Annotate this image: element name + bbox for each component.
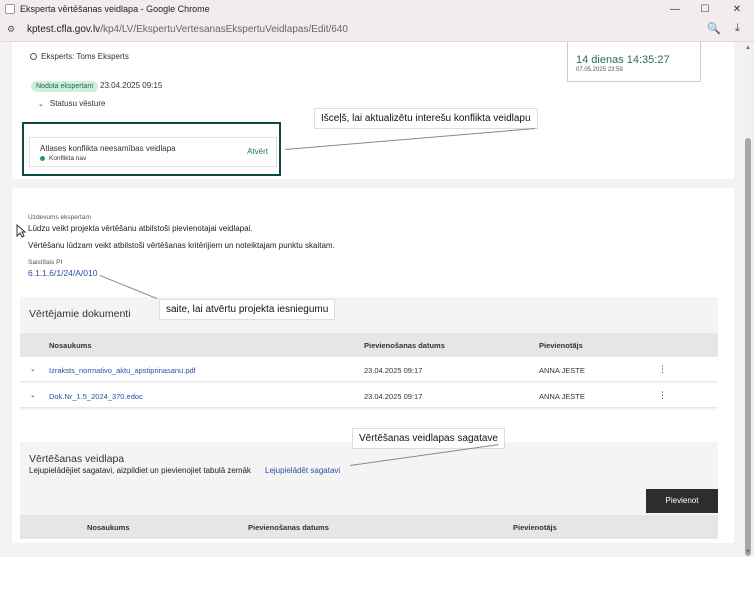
window-titlebar: Eksperta vērtēšanas veidlapa - Google Ch… xyxy=(0,0,754,18)
conflict-highlight: Atlases konflikta neesamības veidlapa Ko… xyxy=(22,122,281,176)
callout-link: saite, lai atvērtu projekta iesniegumu xyxy=(159,299,336,320)
col-date: Pievienošanas datums xyxy=(364,341,445,350)
form-title: Vērtēšanas veidlapa xyxy=(29,453,125,465)
task-label: Uzdevums ekspertam xyxy=(28,214,91,221)
page-scrollbar[interactable]: ▲ ▼ xyxy=(742,42,754,557)
documents-title: Vērtējamie dokumenti xyxy=(29,308,131,320)
documents-section: Vērtējamie dokumenti Nosaukums Pievienoš… xyxy=(20,297,718,410)
deadline-box: 14 dienas 14:35:27 07.05.2025 23:59 xyxy=(567,42,701,82)
task-line-1: Lūdzu veikt projekta vērtēšanu atbilstoš… xyxy=(28,224,253,233)
window-title: Eksperta vērtēšanas veidlapa - Google Ch… xyxy=(20,4,210,14)
more-actions-icon[interactable]: ⋮ xyxy=(658,390,667,401)
open-conflict-link[interactable]: Atvērt xyxy=(247,147,268,156)
evaluation-form-section: Vērtēšanas veidlapa Lejupielādējiet saga… xyxy=(20,442,718,539)
document-date: 23.04.2025 09:17 xyxy=(364,366,423,375)
site-info-icon[interactable]: ⚙ xyxy=(7,24,19,35)
document-date: 23.04.2025 09:17 xyxy=(364,392,423,401)
status-badge: Nodota ekspertam xyxy=(31,81,99,92)
address-bar[interactable]: ⚙ kptest.cfla.gov.lv/kp4/LV/EkspertuVert… xyxy=(0,18,754,42)
document-link[interactable]: Izraksts_normativo_aktu_apstiprinasanu.p… xyxy=(49,366,196,375)
conflict-status: Konflikta nav xyxy=(40,155,86,162)
table-row[interactable]: ⌄ Dok.Nr_1.5_2024_370.edoc 23.04.2025 09… xyxy=(20,383,718,408)
conflict-status-text: Konflikta nav xyxy=(49,155,87,162)
col-name: Nosaukums xyxy=(87,523,130,532)
chevron-down-icon[interactable]: ⌄ xyxy=(30,391,36,399)
expert-label: Eksperts: Toms Eksperts xyxy=(41,52,129,61)
col-author: Pievienotājs xyxy=(539,341,583,350)
minimize-button[interactable]: — xyxy=(660,0,690,18)
document-author: ANNA JESTE xyxy=(539,366,585,375)
evaluation-card: Uzdevums ekspertam Lūdzu veikt projekta … xyxy=(12,188,734,543)
status-history-toggle[interactable]: ⌄ Statusu vēsture xyxy=(38,99,105,108)
status-dot-icon xyxy=(40,156,45,161)
table-row[interactable]: ⌄ Izraksts_normativo_aktu_apstiprinasanu… xyxy=(20,357,718,382)
deadline-time: 14 dienas 14:35:27 xyxy=(576,54,670,66)
task-line-2: Vērtēšanu lūdzam veikt atbilstoši vērtēš… xyxy=(28,241,335,250)
form-table-header: Nosaukums Pievienošanas datums Pievienot… xyxy=(20,515,718,539)
conflict-title: Atlases konflikta neesamības veidlapa xyxy=(40,144,176,153)
col-author: Pievienotājs xyxy=(513,523,557,532)
document-link[interactable]: Dok.Nr_1.5_2024_370.edoc xyxy=(49,392,143,401)
callout-conflict: Išceļš, lai aktualizētu interešu konflik… xyxy=(314,108,538,129)
download-template-link[interactable]: Lejupielādēt sagatavi xyxy=(265,466,340,475)
chevron-down-icon[interactable]: ⌄ xyxy=(30,365,36,373)
expert-line: Eksperts: Toms Eksperts xyxy=(30,52,129,61)
col-date: Pievienošanas datums xyxy=(248,523,329,532)
add-button[interactable]: Pievienot xyxy=(646,489,718,513)
close-button[interactable]: ✕ xyxy=(722,0,752,18)
zoom-icon[interactable]: 🔍 xyxy=(707,22,721,35)
page-viewport: Eksperts: Toms Eksperts Nodota ekspertam… xyxy=(0,42,742,557)
status-date: 23.04.2025 09:15 xyxy=(100,81,163,90)
mouse-cursor-icon xyxy=(16,224,26,238)
scroll-down-icon[interactable]: ▼ xyxy=(745,549,751,555)
conflict-form-row: Atlases konflikta neesamības veidlapa Ko… xyxy=(29,137,277,167)
download-icon[interactable]: ⤓ xyxy=(735,22,740,35)
related-label: Saistītais PI xyxy=(28,259,63,266)
url-text[interactable]: kptest.cfla.gov.lv/kp4/LV/EkspertuVertes… xyxy=(27,24,348,35)
documents-table-header: Nosaukums Pievienošanas datums Pievienot… xyxy=(20,333,718,357)
chevron-down-icon: ⌄ xyxy=(38,100,44,108)
deadline-date: 07.05.2025 23:59 xyxy=(576,67,623,73)
person-icon xyxy=(30,53,37,60)
scrollbar-thumb[interactable] xyxy=(745,138,751,556)
form-instruction: Lejupielādējiet sagatavi, aizpildiet un … xyxy=(29,466,251,475)
more-actions-icon[interactable]: ⋮ xyxy=(658,364,667,375)
site-favicon-icon xyxy=(5,4,15,14)
scroll-up-icon[interactable]: ▲ xyxy=(745,45,751,51)
restore-button[interactable]: ☐ xyxy=(690,0,720,18)
document-author: ANNA JESTE xyxy=(539,392,585,401)
status-history-label: Statusu vēsture xyxy=(49,99,106,108)
col-name: Nosaukums xyxy=(49,341,92,350)
related-project-link[interactable]: 6.1.1.6/1/24/A/010 xyxy=(28,268,97,278)
